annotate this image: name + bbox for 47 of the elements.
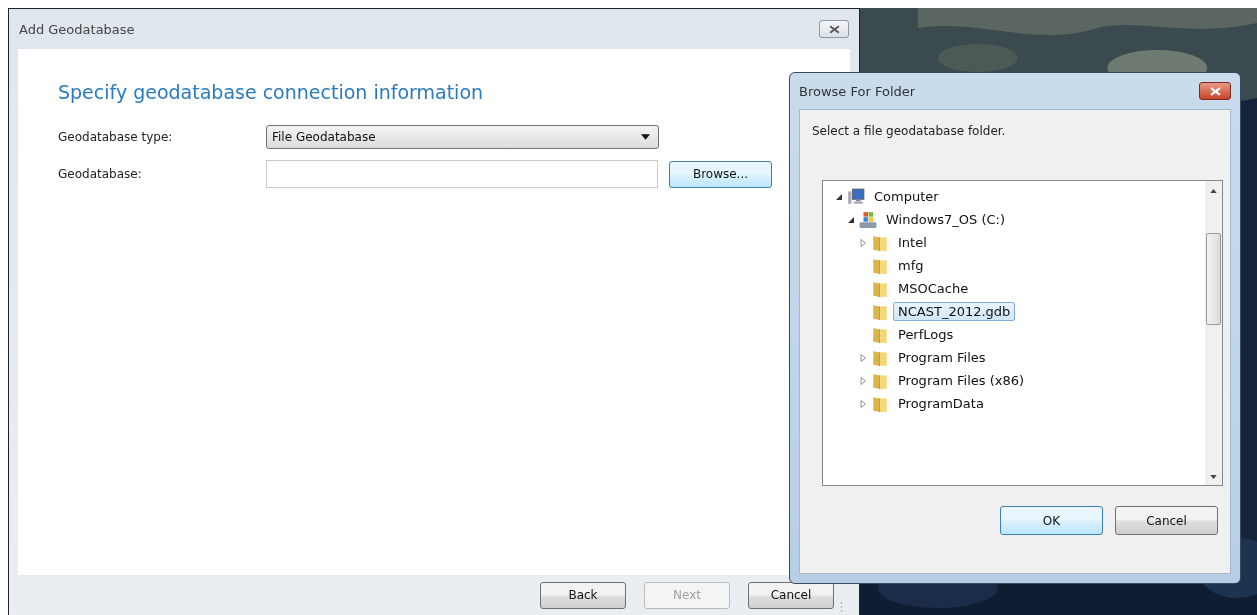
folder-icon <box>871 371 889 390</box>
tree-item[interactable]: Intel <box>893 233 932 252</box>
ok-button[interactable]: OK <box>1000 506 1103 535</box>
folder-icon <box>871 325 889 344</box>
tree-item[interactable]: NCAST_2012.gdb <box>893 302 1016 321</box>
folder-icon <box>871 348 889 367</box>
expanded-arrow-icon[interactable] <box>847 215 855 224</box>
close-button[interactable] <box>819 20 849 38</box>
tree-item[interactable]: mfg <box>893 256 929 275</box>
prompt-text: Select a file geodatabase folder. <box>812 124 1007 140</box>
folder-icon <box>871 302 889 321</box>
type-dropdown[interactable]: File Geodatabase <box>266 125 659 149</box>
back-button[interactable]: Back <box>540 581 626 609</box>
folder-icon <box>871 394 889 413</box>
tree-item[interactable]: Program Files <box>893 348 991 367</box>
resize-grip-icon[interactable] <box>840 601 843 613</box>
tree-item[interactable]: MSOCache <box>893 279 974 298</box>
collapsed-arrow-icon[interactable] <box>859 376 867 385</box>
path-field[interactable] <box>266 160 658 188</box>
collapsed-arrow-icon[interactable] <box>859 238 867 247</box>
window-title: Browse For Folder <box>799 83 916 99</box>
field-label: Geodatabase type: <box>58 130 174 144</box>
close-icon <box>1209 86 1221 96</box>
tree-item[interactable]: PerfLogs <box>893 325 959 344</box>
expanded-arrow-icon[interactable] <box>835 192 843 201</box>
scrollbar[interactable] <box>1205 181 1222 485</box>
computer-icon <box>847 187 865 206</box>
tree-item[interactable]: Windows7_OS (C:) <box>881 210 1011 229</box>
folder-icon <box>871 256 889 275</box>
window-title: Add Geodatabase <box>19 21 135 37</box>
tree-item[interactable]: Computer <box>869 187 944 206</box>
close-icon <box>828 24 840 34</box>
tree-item[interactable]: Program Files (x86) <box>893 371 1030 390</box>
close-button[interactable] <box>1199 82 1231 100</box>
drive-icon <box>859 210 877 229</box>
caret-icon <box>641 134 650 140</box>
scroll-down-icon[interactable] <box>1210 475 1217 479</box>
scroll-up-icon[interactable] <box>1210 189 1217 193</box>
folder-icon <box>871 233 889 252</box>
field-label: Geodatabase: <box>58 167 143 181</box>
cancel-button[interactable]: Cancel <box>748 581 834 609</box>
collapsed-arrow-icon[interactable] <box>859 353 867 362</box>
tree-item[interactable]: ProgramData <box>893 394 989 413</box>
browse-button[interactable]: Browse... <box>669 160 772 188</box>
collapsed-arrow-icon[interactable] <box>859 399 867 408</box>
folder-icon <box>871 279 889 298</box>
cancel-button[interactable]: Cancel <box>1115 506 1218 535</box>
